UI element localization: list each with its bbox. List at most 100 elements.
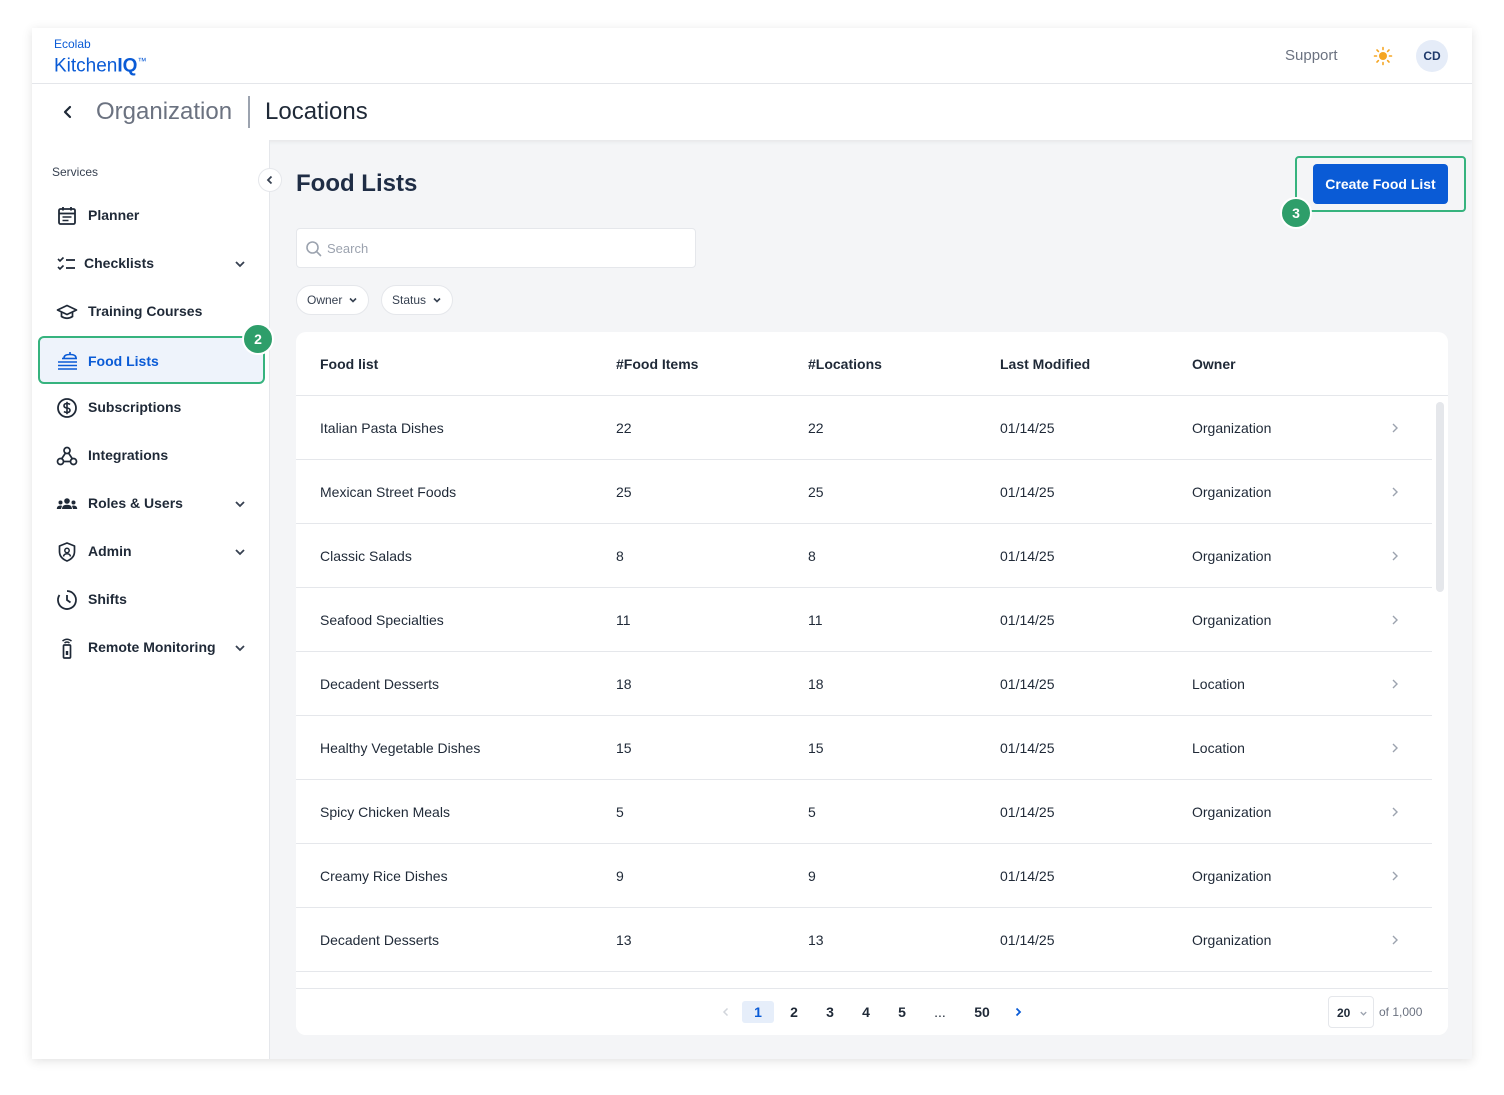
chevron-right-icon[interactable]	[1388, 421, 1402, 435]
food-lists-table: Food list #Food Items #Locations Last Mo…	[296, 332, 1448, 1035]
table-row[interactable]: Italian Pasta Dishes 22 22 01/14/25 Orga…	[296, 396, 1432, 460]
column-header-food-list[interactable]: Food list	[320, 356, 378, 372]
chevron-down-icon[interactable]	[233, 497, 247, 511]
page-3-button[interactable]: 3	[820, 1001, 840, 1023]
column-header-last-modified[interactable]: Last Modified	[1000, 356, 1090, 372]
cell-last-modified: 01/14/25	[1000, 740, 1055, 756]
cell-last-modified: 01/14/25	[1000, 612, 1055, 628]
sidebar-item-remote-monitoring[interactable]: Remote Monitoring	[40, 626, 264, 670]
chevron-right-icon[interactable]	[1388, 677, 1402, 691]
sidebar-item-label: Integrations	[88, 447, 169, 463]
step-badge: 3	[1280, 197, 1312, 229]
cell-food-list: Healthy Vegetable Dishes	[320, 740, 481, 756]
page-ellipsis: ...	[934, 1004, 946, 1020]
chevron-down-icon	[433, 297, 441, 303]
sidebar-item-subscriptions[interactable]: Subscriptions	[40, 386, 264, 430]
page-size-value: 20	[1337, 1006, 1351, 1020]
table-row[interactable]: Mexican Street Foods 25 25 01/14/25 Orga…	[296, 460, 1432, 524]
page-size-select[interactable]: 20	[1328, 996, 1374, 1028]
cell-food-items: 18	[616, 676, 632, 692]
sidebar-item-label: Shifts	[88, 591, 127, 607]
cell-locations: 8	[808, 548, 816, 564]
cell-food-list: Classic Salads	[320, 548, 412, 564]
sidebar-item-shifts[interactable]: Shifts	[40, 578, 264, 622]
status-filter[interactable]: Status	[381, 285, 454, 315]
cell-locations: 13	[808, 932, 824, 948]
sidebar-item-label: Subscriptions	[88, 399, 182, 415]
sidebar-collapse-button[interactable]	[258, 168, 282, 192]
support-link[interactable]: Support	[1285, 47, 1338, 64]
sidebar-item-training-courses[interactable]: Training Courses	[40, 290, 264, 334]
chevron-down-icon	[349, 297, 357, 303]
table-row[interactable]: Seafood Specialties 11 11 01/14/25 Organ…	[296, 588, 1432, 652]
page-2-button[interactable]: 2	[784, 1001, 804, 1023]
chevron-left-icon[interactable]	[60, 102, 76, 122]
cell-owner: Location	[1192, 740, 1245, 756]
chevron-down-icon	[1360, 1011, 1367, 1016]
chevron-left-icon	[266, 175, 273, 185]
chevron-down-icon[interactable]	[233, 257, 247, 271]
create-food-list-button[interactable]: Create Food List	[1313, 164, 1448, 204]
shield-user-icon	[58, 542, 76, 562]
pagination-prev-icon[interactable]	[720, 1006, 732, 1018]
sidebar-item-food-lists[interactable]: Food Lists	[38, 336, 265, 384]
sidebar-item-integrations[interactable]: Integrations	[40, 434, 264, 478]
table-row[interactable]: Decadent Desserts 13 13 01/14/25 Organiz…	[296, 908, 1432, 972]
page-1-button[interactable]: 1	[742, 1001, 774, 1023]
cell-food-items: 22	[616, 420, 632, 436]
cell-locations: 15	[808, 740, 824, 756]
page-50-button[interactable]: 50	[968, 1001, 996, 1023]
sun-icon[interactable]	[1373, 46, 1393, 66]
column-header-food-items[interactable]: #Food Items	[616, 356, 698, 372]
user-avatar[interactable]: CD	[1416, 40, 1448, 72]
cell-last-modified: 01/14/25	[1000, 932, 1055, 948]
checklist-icon	[57, 256, 75, 271]
cell-food-list: Mexican Street Foods	[320, 484, 457, 500]
table-row[interactable]: Decadent Desserts 18 18 01/14/25 Locatio…	[296, 652, 1432, 716]
table-row[interactable]: Healthy Vegetable Dishes 15 15 01/14/25 …	[296, 716, 1432, 780]
sidebar-item-roles-users[interactable]: Roles & Users	[40, 482, 264, 526]
table-scrollbar[interactable]	[1432, 396, 1448, 988]
column-header-owner[interactable]: Owner	[1192, 356, 1236, 372]
sidebar-section-label: Services	[52, 165, 99, 179]
cell-last-modified: 01/14/25	[1000, 676, 1055, 692]
chevron-down-icon[interactable]	[233, 545, 247, 559]
page-5-button[interactable]: 5	[892, 1001, 912, 1023]
chevron-right-icon[interactable]	[1388, 549, 1402, 563]
table-row[interactable]: Spicy Chicken Meals 5 5 01/14/25 Organiz…	[296, 780, 1432, 844]
cell-owner: Organization	[1192, 548, 1272, 564]
owner-filter[interactable]: Owner	[296, 285, 370, 315]
cell-locations: 25	[808, 484, 824, 500]
cell-food-items: 5	[616, 804, 624, 820]
cell-owner: Location	[1192, 676, 1245, 692]
chevron-right-icon[interactable]	[1388, 805, 1402, 819]
sidebar-item-label: Food Lists	[88, 353, 159, 369]
users-icon	[56, 498, 78, 509]
page-4-button[interactable]: 4	[856, 1001, 876, 1023]
top-bar: Ecolab KitchenIQ™ Support CD	[32, 28, 1472, 84]
breadcrumb-divider	[248, 96, 250, 128]
chevron-right-icon[interactable]	[1388, 485, 1402, 499]
kitcheniq-logo[interactable]: Ecolab KitchenIQ™	[54, 38, 146, 76]
column-header-locations[interactable]: #Locations	[808, 356, 882, 372]
sidebar-item-label: Training Courses	[88, 303, 203, 319]
sidebar-item-checklists[interactable]: Checklists	[40, 242, 264, 286]
cell-food-list: Creamy Rice Dishes	[320, 868, 448, 884]
sidebar-item-planner[interactable]: Planner	[40, 194, 264, 238]
cell-food-items: 9	[616, 868, 624, 884]
chevron-right-icon[interactable]	[1388, 741, 1402, 755]
chevron-down-icon[interactable]	[233, 641, 247, 655]
pagination-next-icon[interactable]	[1012, 1006, 1024, 1018]
clock-icon	[57, 590, 77, 610]
scrollbar-thumb[interactable]	[1436, 402, 1444, 592]
chevron-right-icon[interactable]	[1388, 613, 1402, 627]
chevron-right-icon[interactable]	[1388, 933, 1402, 947]
table-row[interactable]: Classic Salads 8 8 01/14/25 Organization	[296, 524, 1432, 588]
cell-locations: 9	[808, 868, 816, 884]
sidebar-item-admin[interactable]: Admin	[40, 530, 264, 574]
cell-owner: Organization	[1192, 868, 1272, 884]
search-input[interactable]	[327, 237, 687, 259]
chevron-right-icon[interactable]	[1388, 869, 1402, 883]
breadcrumb-parent[interactable]: Organization	[96, 98, 232, 126]
table-row[interactable]: Creamy Rice Dishes 9 9 01/14/25 Organiza…	[296, 844, 1432, 908]
